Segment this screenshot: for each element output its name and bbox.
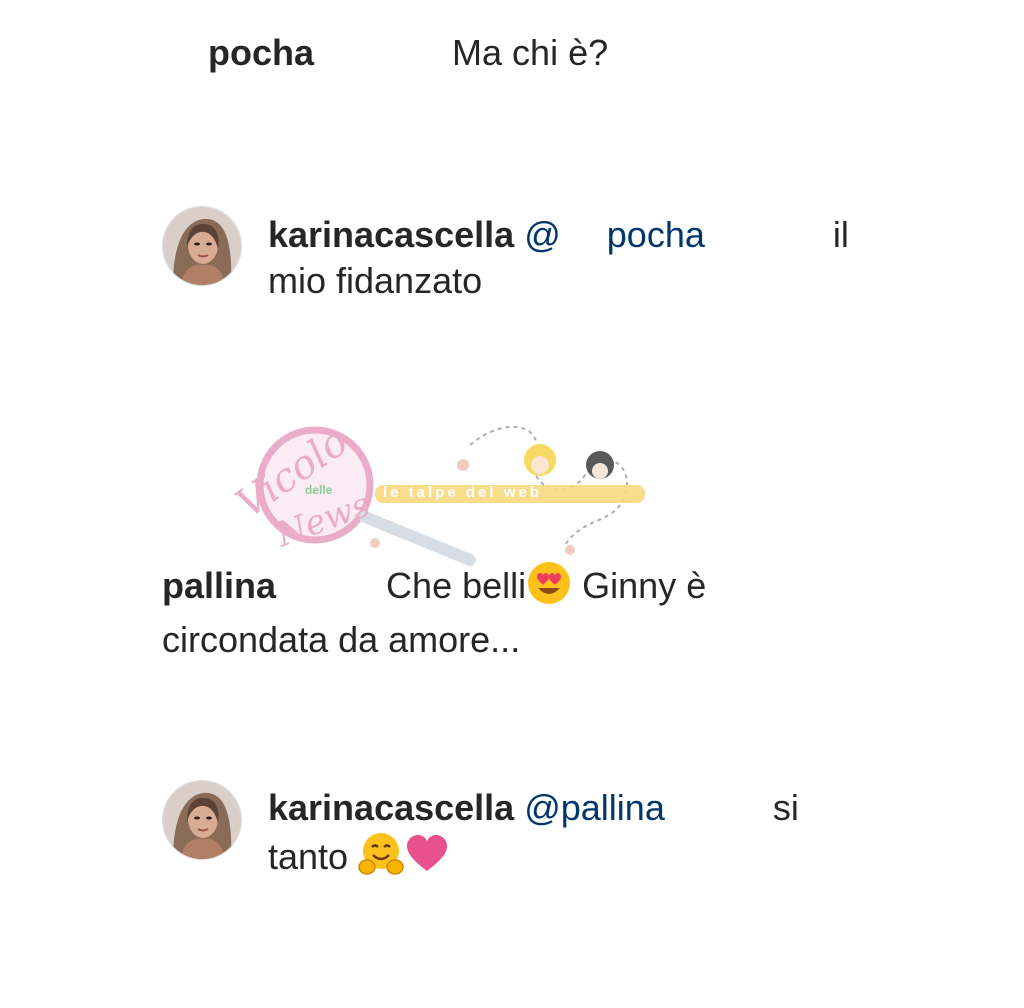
mention-at[interactable]: @ bbox=[524, 214, 561, 255]
username-pallina[interactable]: pallina bbox=[162, 565, 276, 606]
comment-text: Che belli bbox=[386, 565, 527, 607]
watermark-sub: delle bbox=[305, 483, 333, 497]
avatar[interactable] bbox=[162, 206, 242, 286]
username-karinacascella[interactable]: karinacascella bbox=[268, 214, 514, 255]
avatar-photo-icon bbox=[163, 781, 241, 859]
avatar[interactable] bbox=[162, 780, 242, 860]
username-pocha[interactable]: pocha bbox=[208, 32, 314, 73]
comment-text-cont: circondata da amore... bbox=[162, 619, 521, 660]
mention-pallina[interactable]: @pallina bbox=[524, 787, 665, 828]
comment-text: si bbox=[772, 787, 799, 828]
comment-pocha: pocha Ma chi è? bbox=[208, 30, 608, 76]
mention-pocha[interactable]: pocha bbox=[607, 214, 705, 255]
username-karinacascella[interactable]: karinacascella bbox=[268, 787, 514, 828]
avatar-photo-icon bbox=[163, 207, 241, 285]
watermark-logo: Vicolo delle News le talpe del web bbox=[205, 415, 650, 580]
comment-karinacascella-1: karinacascella @ pocha il mio fidanzato bbox=[268, 212, 888, 304]
watermark-banner: le talpe del web bbox=[383, 484, 542, 501]
comment-text-cont: tanto bbox=[268, 836, 349, 878]
hugging-face-emoji-icon bbox=[358, 831, 404, 888]
pink-heart-emoji-icon bbox=[404, 831, 450, 888]
heart-eyes-emoji-icon bbox=[526, 560, 572, 617]
comment-pallina: pallina Che belli Ginny è circondata da … bbox=[162, 560, 782, 663]
comment-text-cont: mio fidanzato bbox=[268, 260, 483, 301]
comment-text: Ma chi è? bbox=[452, 32, 609, 73]
comment-text: il bbox=[832, 214, 849, 255]
comment-text-2: Ginny è bbox=[582, 565, 707, 607]
comment-karinacascella-2: karinacascella @pallina si tanto bbox=[268, 785, 888, 888]
